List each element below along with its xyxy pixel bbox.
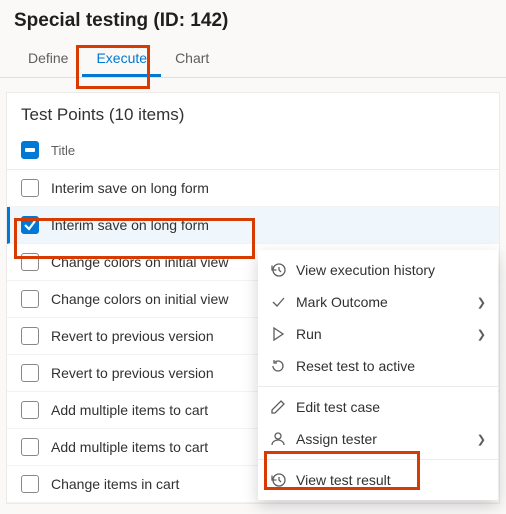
column-header-title[interactable]: Title — [51, 143, 75, 158]
row-checkbox[interactable] — [21, 179, 39, 197]
row-checkbox[interactable] — [21, 475, 39, 493]
menu-divider — [258, 386, 498, 387]
tab-execute[interactable]: Execute — [82, 40, 161, 77]
row-title: Interim save on long form — [51, 180, 209, 196]
check-icon — [270, 294, 286, 310]
page-title: Special testing (ID: 142) — [14, 10, 492, 32]
chevron-right-icon: ❯ — [477, 328, 486, 341]
row-title: Interim save on long form — [51, 217, 209, 233]
chevron-right-icon: ❯ — [477, 296, 486, 309]
tab-chart[interactable]: Chart — [161, 40, 223, 77]
row-title: Add multiple items to cart — [51, 439, 208, 455]
menu-reset-test[interactable]: Reset test to active — [258, 350, 498, 382]
panel-title: Test Points (10 items) — [7, 93, 499, 135]
menu-label: View execution history — [296, 262, 486, 278]
menu-label: Reset test to active — [296, 358, 486, 374]
reset-icon — [270, 358, 286, 374]
menu-label: Assign tester — [296, 431, 467, 447]
person-icon — [270, 431, 286, 447]
edit-icon — [270, 399, 286, 415]
menu-mark-outcome[interactable]: Mark Outcome ❯ — [258, 286, 498, 318]
menu-assign-tester[interactable]: Assign tester ❯ — [258, 423, 498, 455]
history-icon — [270, 262, 286, 278]
play-icon — [270, 326, 286, 342]
menu-edit-test-case[interactable]: Edit test case — [258, 391, 498, 423]
row-title: Change items in cart — [51, 476, 179, 492]
row-checkbox[interactable] — [21, 253, 39, 271]
select-all-checkbox[interactable] — [21, 141, 39, 159]
menu-label: Edit test case — [296, 399, 486, 415]
row-checkbox[interactable] — [21, 290, 39, 308]
menu-view-execution-history[interactable]: View execution history — [258, 254, 498, 286]
chevron-right-icon: ❯ — [477, 433, 486, 446]
menu-label: Mark Outcome — [296, 294, 467, 310]
menu-divider — [258, 459, 498, 460]
menu-label: View test result — [296, 472, 486, 488]
row-checkbox[interactable] — [21, 401, 39, 419]
row-title: Change colors on initial view — [51, 254, 228, 270]
row-checkbox[interactable] — [21, 438, 39, 456]
row-title: Change colors on initial view — [51, 291, 228, 307]
table-row[interactable]: Interim save on long form — [7, 170, 499, 207]
row-checkbox[interactable] — [21, 364, 39, 382]
menu-label: Run — [296, 326, 467, 342]
tab-bar: Define Execute Chart — [0, 40, 506, 78]
list-header: Title — [7, 135, 499, 170]
tab-define[interactable]: Define — [14, 40, 82, 77]
table-row[interactable]: Interim save on long form — [7, 207, 499, 244]
row-checkbox[interactable] — [21, 216, 39, 234]
context-menu: View execution history Mark Outcome ❯ Ru… — [258, 250, 498, 500]
history-icon — [270, 472, 286, 488]
row-checkbox[interactable] — [21, 327, 39, 345]
menu-run[interactable]: Run ❯ — [258, 318, 498, 350]
menu-view-test-result[interactable]: View test result — [258, 464, 498, 496]
row-title: Revert to previous version — [51, 328, 214, 344]
row-title: Revert to previous version — [51, 365, 214, 381]
row-title: Add multiple items to cart — [51, 402, 208, 418]
